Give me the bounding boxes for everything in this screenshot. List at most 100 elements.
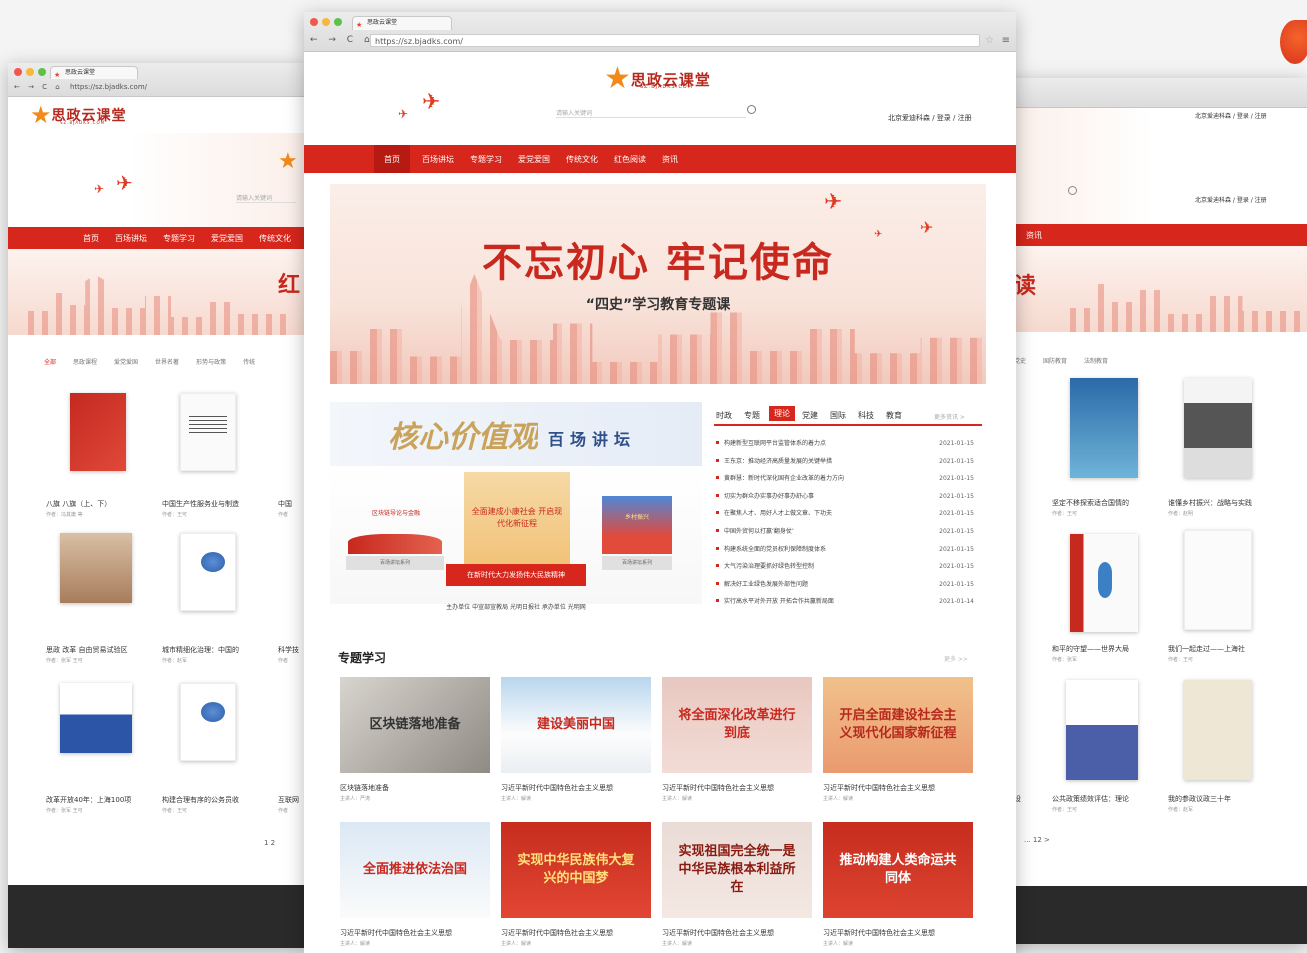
topic-caption[interactable]: 习近平新时代中国特色社会主义思想 <box>823 783 973 793</box>
book-title[interactable]: 改革开放40年：上海100项 <box>46 795 156 805</box>
news-tab[interactable]: 党建 <box>802 410 818 421</box>
book-cover[interactable] <box>1070 534 1138 632</box>
news-item[interactable]: 构建新型互联网平台监管体系的着力点 2021-01-15 <box>716 437 974 450</box>
site-logo[interactable]: ★ 思政云课堂 SZ.BJADKS.COM <box>604 64 711 94</box>
topic-caption[interactable]: 区块链落地准备 <box>340 783 490 793</box>
topic-caption[interactable]: 习近平新时代中国特色社会主义思想 <box>662 783 812 793</box>
book-title[interactable]: 城市精细化治理：中国的 <box>162 645 272 655</box>
forum-card-right[interactable] <box>602 496 672 554</box>
book-cover[interactable] <box>1184 530 1252 630</box>
browser-tab[interactable]: ★ 思政云课堂 <box>352 16 452 30</box>
book-cover[interactable] <box>180 683 236 761</box>
nav-item-home[interactable]: 首页 <box>374 145 410 173</box>
news-item[interactable]: 在聚焦人才、用好人才上做文章、下功夫 2021-01-15 <box>716 507 974 520</box>
topic-caption[interactable]: 习近平新时代中国特色社会主义思想 <box>501 783 651 793</box>
news-tab[interactable]: 专题 <box>744 410 760 421</box>
news-title[interactable]: 黄群慧：新时代深化国有企业改革的着力方向 <box>724 472 924 485</box>
user-links[interactable]: 北京爱迪科森 / 登录 / 注册 <box>888 113 972 123</box>
topic-caption[interactable]: 习近平新时代中国特色社会主义思想 <box>662 928 812 938</box>
book-title[interactable]: 和平的守望——世界大局 <box>1052 644 1162 654</box>
book-cover[interactable] <box>180 533 236 611</box>
news-tab[interactable]: 国际 <box>830 410 846 421</box>
nav-item-news[interactable]: 资讯 <box>1026 230 1042 241</box>
news-title[interactable]: 构建系统全面的党员权利保障制度体系 <box>724 543 924 556</box>
news-title[interactable]: 王东京：推动经济高质量发展的关键举措 <box>724 455 924 468</box>
nav-item-topics[interactable]: 专题学习 <box>163 233 195 244</box>
nav-item-culture[interactable]: 传统文化 <box>566 154 598 165</box>
book-cover[interactable] <box>1066 680 1138 780</box>
nav-item-news[interactable]: 资讯 <box>662 154 678 165</box>
nav-item-culture[interactable]: 传统文化 <box>259 233 291 244</box>
nav-item-forum[interactable]: 百场讲坛 <box>422 154 454 165</box>
news-title[interactable]: 在聚焦人才、用好人才上做文章、下功夫 <box>724 507 924 520</box>
nav-item-topics[interactable]: 专题学习 <box>470 154 502 165</box>
news-tab[interactable]: 时政 <box>716 410 732 421</box>
book-title[interactable]: 公共政策绩效评估：理论 <box>1052 794 1162 804</box>
topic-card[interactable]: 建设美丽中国 <box>501 677 651 773</box>
search-input[interactable]: 请输入关键词 <box>236 193 296 203</box>
news-title[interactable]: 切实为群众办实事办好事办舒心事 <box>724 490 924 503</box>
book-title[interactable]: 我们一起走过——上海社 <box>1168 644 1278 654</box>
topic-card[interactable]: 推动构建人类命运共同体 <box>823 822 973 918</box>
category-tab[interactable]: 国防教育 <box>1043 358 1067 365</box>
browser-nav-buttons[interactable]: ← → C ⌂ <box>14 81 63 94</box>
book-title[interactable]: 我的参政议政三十年 <box>1168 794 1278 804</box>
search-icon[interactable] <box>1068 186 1077 195</box>
nav-item-reading[interactable]: 红色阅读 <box>614 154 646 165</box>
news-title[interactable]: 解决好工业绿色发展外部性问题 <box>724 578 924 591</box>
nav-item-patriotic[interactable]: 爱党爱国 <box>211 233 243 244</box>
pagination[interactable]: 1 2 <box>264 839 275 847</box>
topics-more-link[interactable]: 更多 >> <box>944 654 968 663</box>
pagination[interactable]: ... 12 > <box>1024 836 1050 844</box>
category-tab[interactable]: 世界名著 <box>155 359 179 366</box>
category-tab[interactable]: 法制教育 <box>1084 358 1108 365</box>
browser-nav-buttons[interactable]: ← → C ⌂ <box>310 34 374 47</box>
window-controls[interactable] <box>310 18 342 26</box>
book-cover[interactable] <box>1184 680 1252 780</box>
book-cover[interactable] <box>1184 378 1252 478</box>
menu-icon[interactable]: ≡ <box>1002 34 1010 47</box>
site-logo[interactable]: ★ 思政云课堂 SZ.BJADKS.COM <box>30 103 127 127</box>
nav-item-forum[interactable]: 百场讲坛 <box>115 233 147 244</box>
nav-item-home[interactable]: 首页 <box>83 233 99 244</box>
topic-card[interactable]: 实现祖国完全统一是中华民族根本利益所在 <box>662 822 812 918</box>
news-item[interactable]: 切实为群众办实事办好事办舒心事 2021-01-15 <box>716 490 974 503</box>
book-cover[interactable] <box>70 393 126 471</box>
search-input[interactable]: 请输入关键词 <box>556 108 746 118</box>
book-title[interactable]: 谁懂乡村振兴：战略与实践 <box>1168 498 1278 508</box>
address-bar[interactable]: https://sz.bjadks.com/ <box>70 81 290 94</box>
news-title[interactable]: 大气污染治理要抓好绿色转型控制 <box>724 560 924 573</box>
news-more-link[interactable]: 更多资讯 > <box>934 412 965 421</box>
news-title[interactable]: 中国外贸何以打赢‘翻身仗’ <box>724 525 924 538</box>
news-tab-active[interactable]: 理论 <box>769 406 795 421</box>
topic-caption[interactable]: 习近平新时代中国特色社会主义思想 <box>823 928 973 938</box>
book-title[interactable]: 八旗 八旗（上、下） <box>46 499 156 509</box>
book-title[interactable]: 中国生产性服务业与制造 <box>162 499 272 509</box>
book-title[interactable]: 坚定不移探索适合国情的 <box>1052 498 1162 508</box>
topic-caption[interactable]: 习近平新时代中国特色社会主义思想 <box>501 928 651 938</box>
topic-card[interactable]: 将全面深化改革进行到底 <box>662 677 812 773</box>
search-icon[interactable] <box>747 105 756 114</box>
category-tab[interactable]: 思政课程 <box>73 359 97 366</box>
topic-card[interactable]: 区块链落地准备 <box>340 677 490 773</box>
hero-banner[interactable]: ✈ ✈ ✈ 不忘初心 牢记使命 “四史”学习教育专题课 <box>330 184 986 384</box>
news-tab[interactable]: 科技 <box>858 410 874 421</box>
category-tab[interactable]: 传统 <box>243 359 255 366</box>
book-cover[interactable] <box>60 533 132 603</box>
topic-card[interactable]: 开启全面建设社会主义现代化国家新征程 <box>823 677 973 773</box>
news-item[interactable]: 中国外贸何以打赢‘翻身仗’ 2021-01-15 <box>716 525 974 538</box>
book-title[interactable]: 思政 改革 自由贸易试验区 <box>46 645 156 655</box>
category-tab[interactable]: 全部 <box>44 359 56 366</box>
news-item[interactable]: 解决好工业绿色发展外部性问题 2021-01-15 <box>716 578 974 591</box>
news-item[interactable]: 大气污染治理要抓好绿色转型控制 2021-01-15 <box>716 560 974 573</box>
news-tab[interactable]: 教育 <box>886 410 902 421</box>
forum-card-left[interactable]: 区块链导论与金融 <box>346 508 446 517</box>
category-tab[interactable]: 爱党爱国 <box>114 359 138 366</box>
browser-tab[interactable]: ★ 思政云课堂 <box>50 66 138 79</box>
news-item[interactable]: 构建系统全面的党员权利保障制度体系 2021-01-15 <box>716 543 974 556</box>
topic-card[interactable]: 全面推进依法治国 <box>340 822 490 918</box>
window-controls[interactable] <box>14 68 46 76</box>
bookmark-star-icon[interactable]: ☆ <box>985 34 994 47</box>
news-item[interactable]: 实行高水平对外开放 开拓合作共赢新局面 2021-01-14 <box>716 595 974 608</box>
book-title[interactable]: 构建合理有序的公务员收 <box>162 795 272 805</box>
